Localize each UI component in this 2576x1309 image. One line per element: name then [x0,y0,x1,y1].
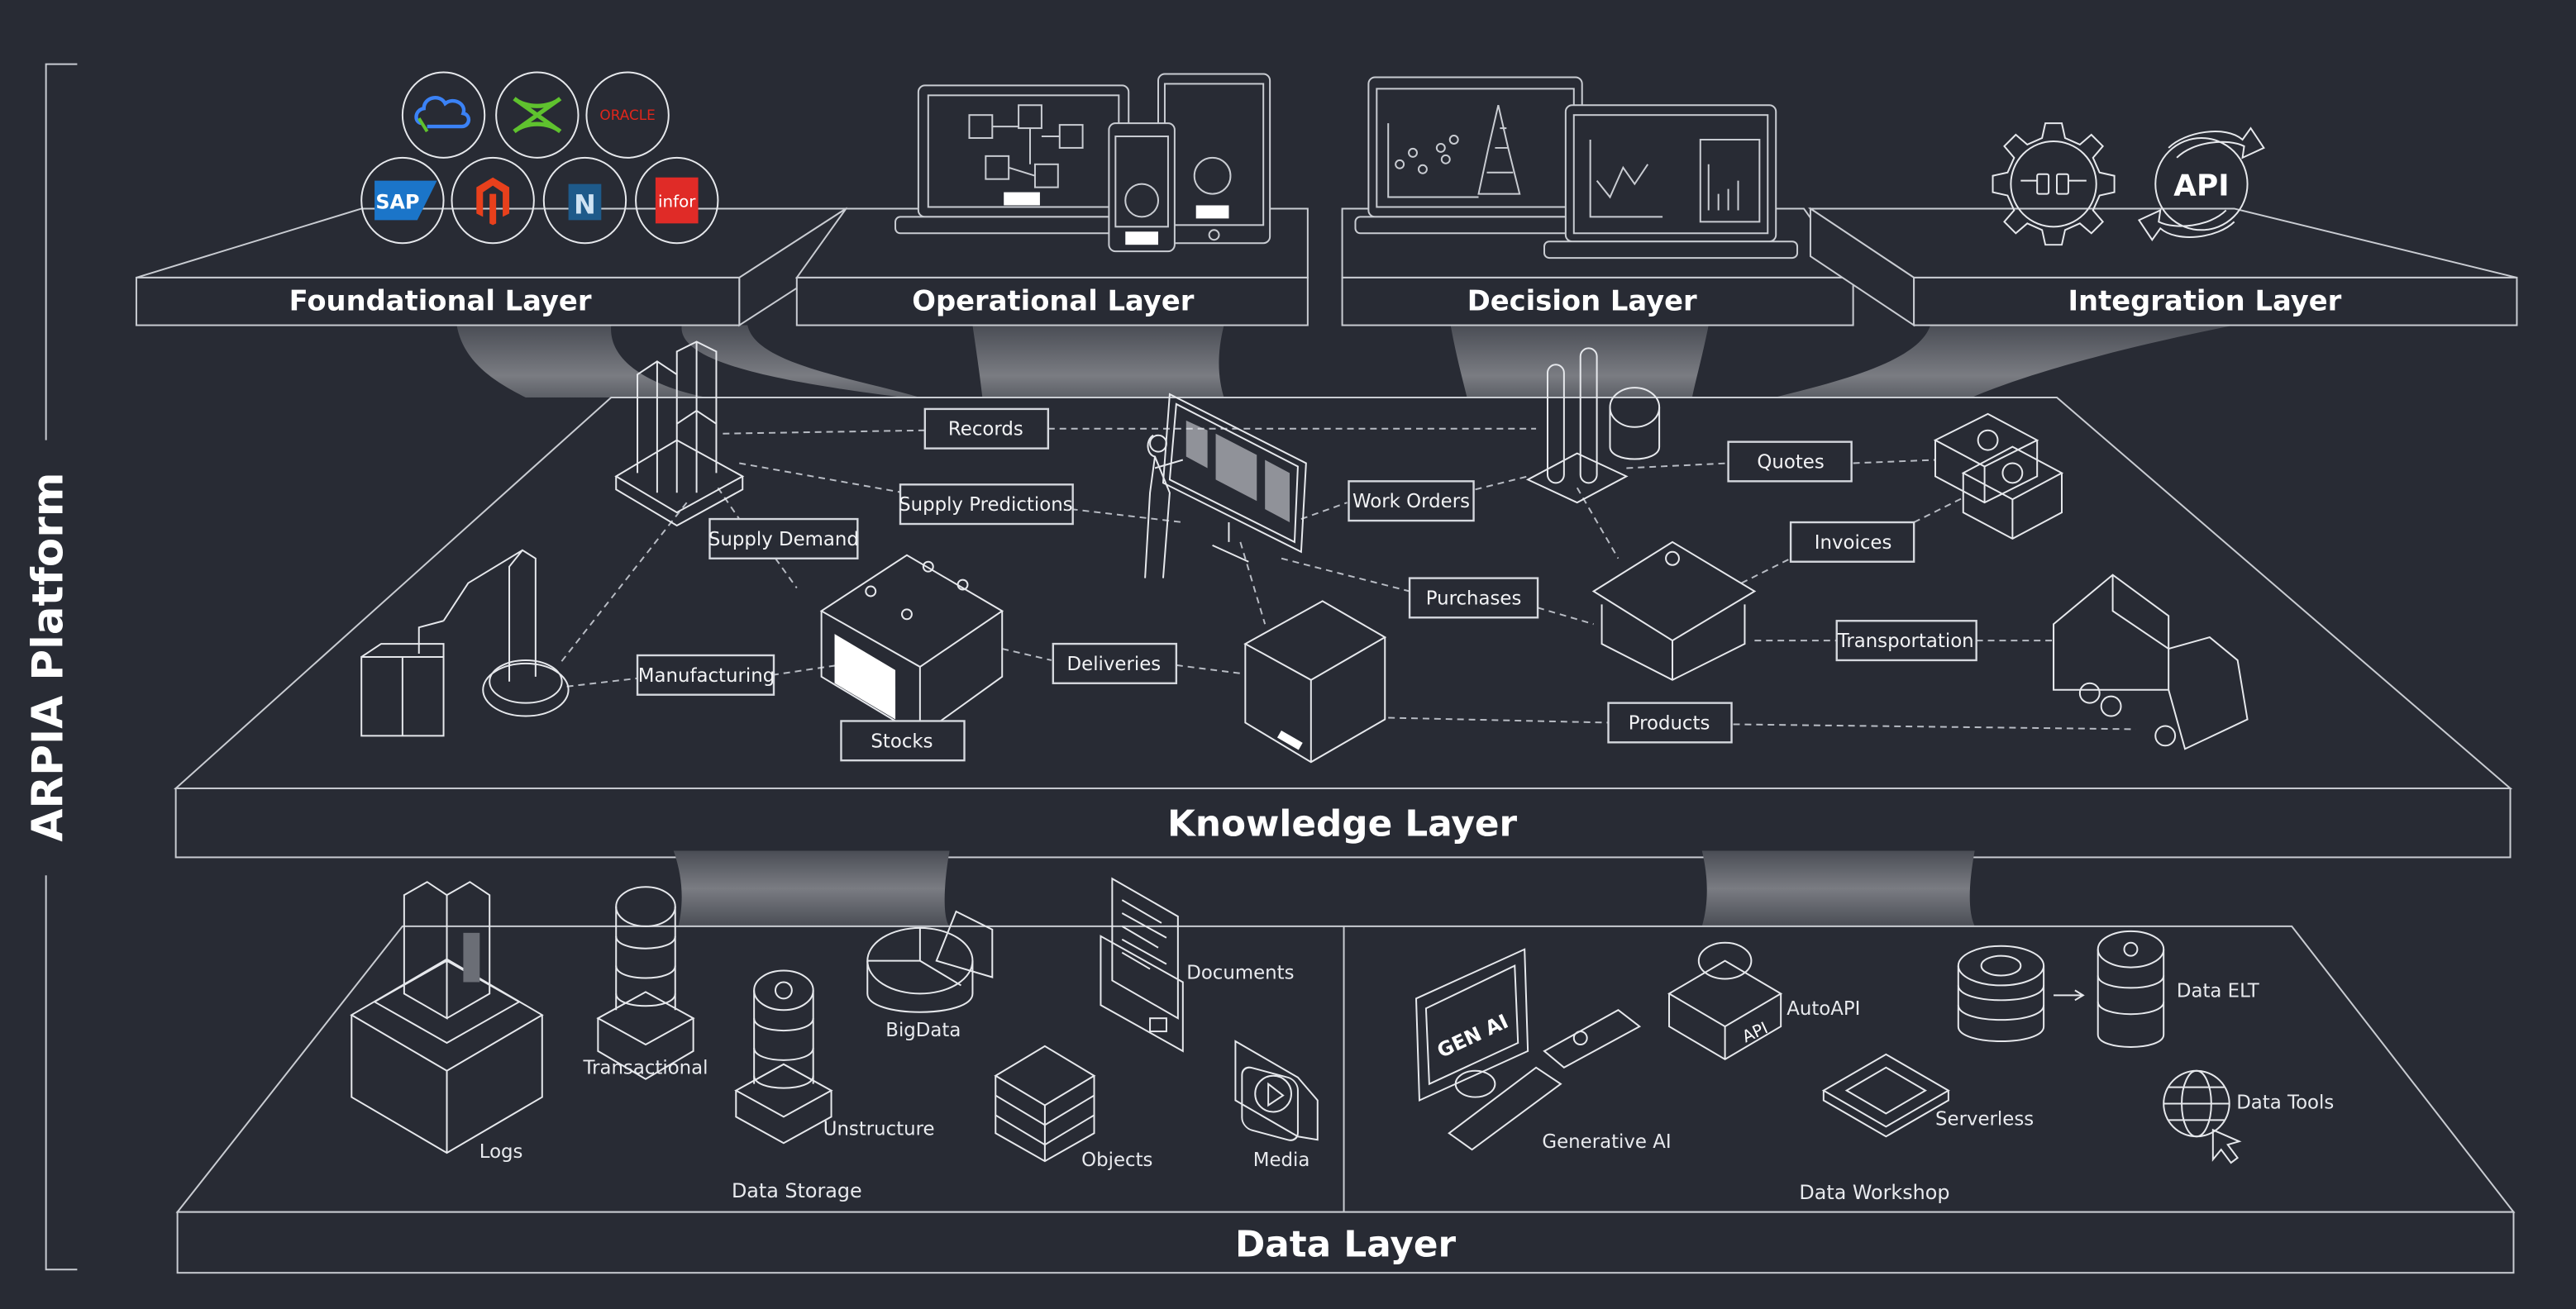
data-elt-label: Data ELT [2177,980,2260,1002]
svg-text:Work Orders: Work Orders [1352,491,1470,512]
operational-layer: Operational Layer [794,73,1309,326]
serverless-label: Serverless [1935,1108,2034,1130]
data-tools-label: Data Tools [2236,1092,2334,1113]
kl-label-deliveries: Deliveries [1052,642,1178,684]
svg-text:N: N [574,189,596,220]
documents-label: Documents [1186,962,1294,983]
svg-text:Manufacturing: Manufacturing [638,665,775,687]
svg-text:Supply Demand: Supply Demand [708,529,859,550]
analytics-devices-icon [1354,76,1799,259]
kl-label-supply-predictions: Supply Predictions [899,483,1074,526]
data-layer: Data Layer Data Storage Logs Transaction… [175,877,2516,1274]
oracle-logo-icon: ORACLE [585,71,670,159]
svg-text:API: API [2173,169,2229,203]
architecture-diagram: ARPIA Platform Foundational Layer ORACLE… [24,63,2518,1274]
data-storage-title: Data Storage [732,1179,862,1202]
svg-text:Records: Records [948,419,1023,440]
funnels-bottom [673,850,1975,926]
svg-text:Supply Predictions: Supply Predictions [899,494,1073,516]
kl-label-products: Products [1607,702,1733,744]
kl-label-purchases: Purchases [1408,577,1539,619]
decision-layer: Decision Layer [1341,76,1855,326]
data-workshop-title: Data Workshop [1799,1181,1949,1204]
svg-text:Transportation: Transportation [1837,631,1974,652]
unstructure-label: Unstructure [823,1118,935,1140]
kl-label-records: Records [923,407,1050,450]
knowledge-layer-title: Knowledge Layer [1167,803,1518,845]
kl-label-invoices: Invoices [1789,521,1915,563]
generative-ai-label: Generative AI [1542,1131,1671,1153]
svg-text:Deliveries: Deliveries [1067,654,1162,675]
operational-layer-title: Operational Layer [912,285,1194,317]
integration-layer: Integration Layer API [1807,122,2518,327]
platform-title: ARPIA Platform [24,472,74,841]
bigdata-label: BigData [885,1020,961,1041]
kl-label-manufacturing: Manufacturing [636,654,775,696]
autoapi-label: AutoAPI [1787,998,1860,1020]
objects-label: Objects [1081,1150,1152,1171]
media-label: Media [1253,1150,1310,1171]
kl-label-transportation: Transportation [1835,620,1977,662]
svg-text:Invoices: Invoices [1815,532,1892,554]
svg-text:Quotes: Quotes [1757,451,1824,473]
cloud-logo-icon [401,71,486,159]
devices-workflow-icon [894,73,1271,253]
integration-layer-title: Integration Layer [2068,285,2341,317]
kl-label-quotes: Quotes [1727,440,1853,483]
kl-label-supply-demand: Supply Demand [708,517,859,559]
foundational-layer-title: Foundational Layer [289,285,592,317]
transactional-label: Transactional [582,1058,708,1079]
kl-label-stocks: Stocks [840,720,966,762]
data-layer-title: Data Layer [1235,1223,1456,1265]
kl-label-work-orders: Work Orders [1348,480,1475,522]
svg-text:Purchases: Purchases [1426,588,1522,609]
foundational-layer: Foundational Layer ORACLE SAP N infor [135,71,849,327]
funnels-top [456,325,2235,397]
svg-text:ORACLE: ORACLE [599,107,655,123]
logs-label: Logs [479,1141,523,1163]
svg-text:SAP: SAP [375,190,419,213]
knowledge-layer: Knowledge Layer Records Supply Predictio… [174,340,2513,859]
decision-layer-title: Decision Layer [1467,285,1697,317]
svg-text:Stocks: Stocks [871,731,933,752]
svg-text:Products: Products [1629,712,1710,734]
svg-text:infor: infor [658,192,696,211]
x-logo-icon [495,71,580,159]
